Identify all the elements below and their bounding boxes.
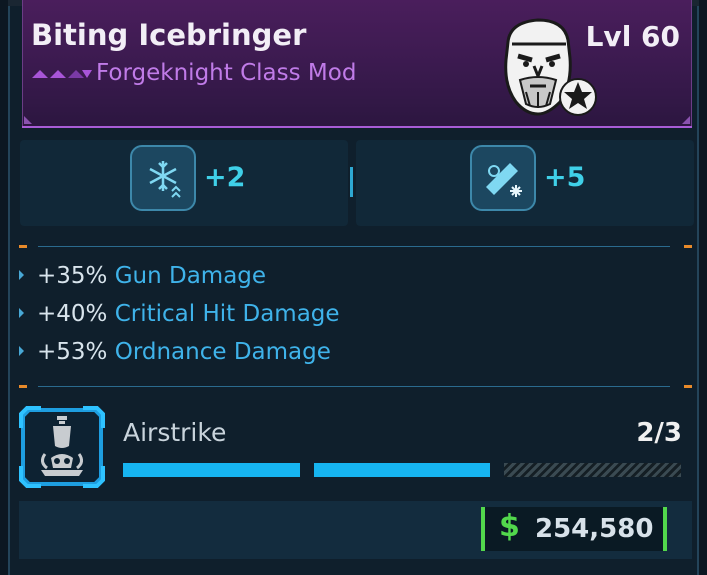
corner-mark [682,116,690,124]
cryo-weapon-skill-icon [470,145,536,211]
stat-label: Gun Damage [114,263,267,289]
skill-point-filled [313,463,491,477]
price-box: $ 254,580 [481,507,667,551]
stat-amount: +53% [37,339,108,365]
item-name: Biting Icebringer [31,18,307,52]
bullet-icon [19,269,24,280]
divider-tick [19,385,27,388]
section-divider [38,246,670,247]
divider-tick [19,245,27,248]
skill-name: Airstrike [123,418,227,447]
rarity-icon [32,70,92,78]
airstrike-skull-icon [19,406,105,488]
skill-point-empty [504,463,681,477]
corner-mark [24,116,32,124]
skill-boost-panel[interactable]: +2 [20,140,348,226]
divider-tick [684,385,692,388]
price-value: 254,580 [535,514,654,544]
price-footer: $ 254,580 [19,501,692,559]
dollar-icon: $ [499,509,520,544]
section-divider [38,386,670,387]
stat-label: Critical Hit Damage [114,301,340,327]
skill-row[interactable]: Airstrike 2/3 [19,406,694,488]
skill-point-filled [123,463,300,477]
stat-line: +53% Ordnance Damage [19,339,331,369]
panel-divider [350,167,353,197]
bullet-icon [19,345,24,356]
skill-boost-panels: +2 +5 [20,140,694,226]
stat-amount: +35% [37,263,108,289]
star-badge-icon [559,78,597,116]
divider-tick [684,245,692,248]
skill-boost-value: +5 [544,162,586,193]
skill-boost-value: +2 [204,162,246,193]
skill-points: 2/3 [636,418,682,448]
skill-boost-panel[interactable]: +5 [356,140,694,226]
snowflake-skill-icon [130,145,196,211]
bullet-icon [19,307,24,318]
item-type: Forgeknight Class Mod [96,60,357,86]
stat-label: Ordnance Damage [114,339,331,365]
stat-line: +35% Gun Damage [19,263,266,293]
stat-amount: +40% [37,301,108,327]
stat-line: +40% Critical Hit Damage [19,301,340,331]
